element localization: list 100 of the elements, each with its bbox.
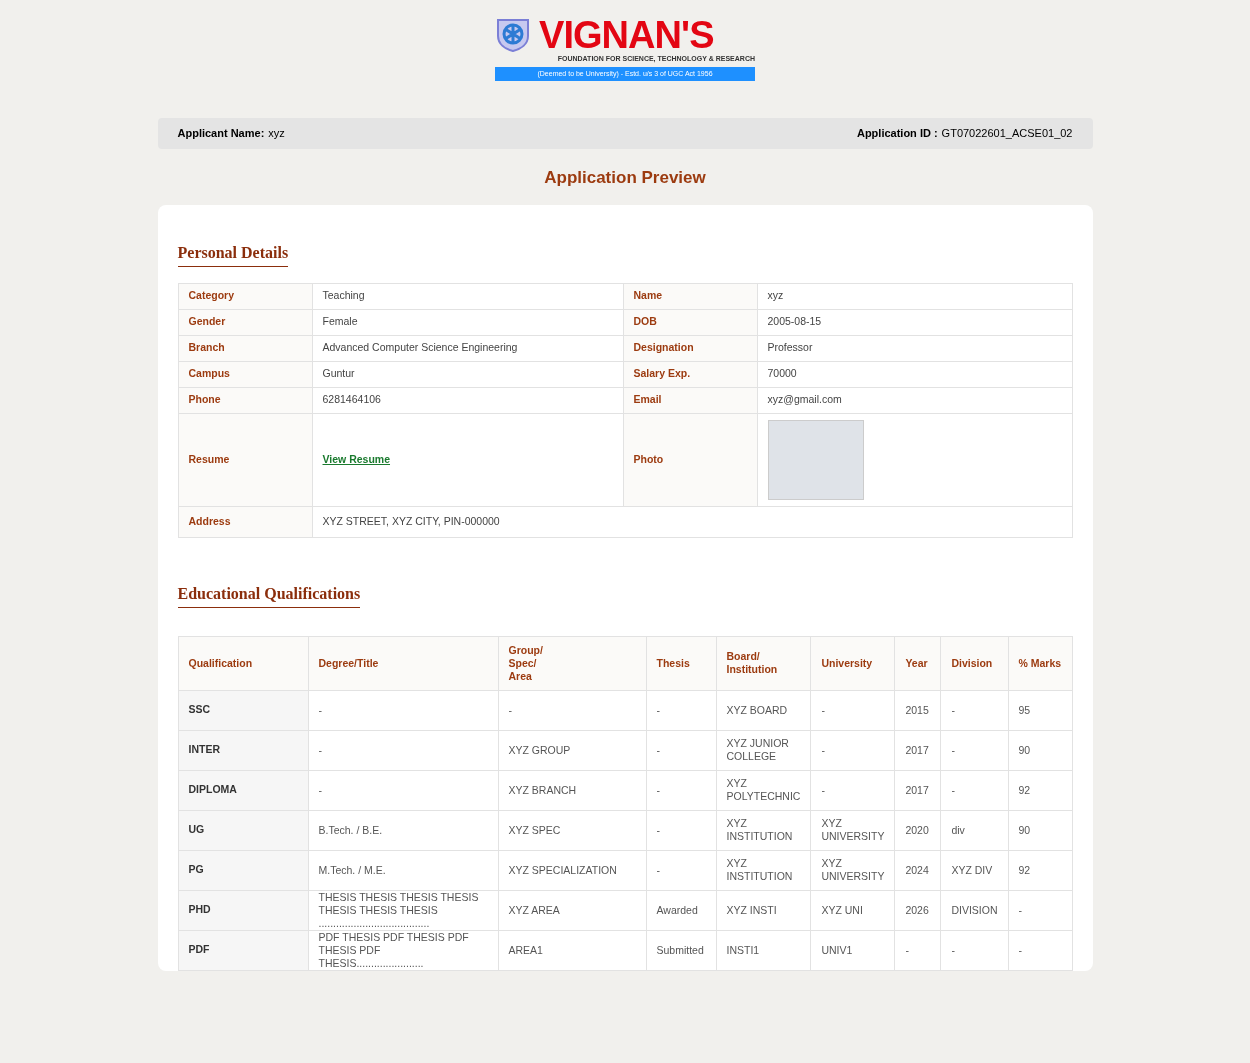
table-cell: PDF THESIS PDF THESIS PDF THESIS PDF THESIS....................... — [308, 930, 498, 970]
table-cell: - — [646, 690, 716, 730]
column-header: Thesis — [646, 636, 716, 690]
table-cell: 2017 — [894, 770, 941, 810]
table-cell: - — [940, 930, 1008, 970]
table-cell: PHD — [178, 890, 308, 930]
table-cell: 92 — [1008, 770, 1072, 810]
table-cell: 2024 — [894, 850, 941, 890]
table-cell: 2026 — [894, 890, 941, 930]
column-header: Degree/Title — [308, 636, 498, 690]
table-cell: - — [1008, 930, 1072, 970]
column-header: University — [810, 636, 895, 690]
table-cell: XYZ SPECIALIZATION — [498, 850, 646, 890]
table-cell: XYZ INSTI — [716, 890, 811, 930]
table-cell: XYZ BRANCH — [498, 770, 646, 810]
table-cell: - — [940, 770, 1008, 810]
table-cell: DIPLOMA — [178, 770, 308, 810]
shield-logo-icon — [495, 17, 531, 53]
table-cell: XYZ INSTITUTION — [716, 850, 811, 890]
field-value: XYZ STREET, XYZ CITY, PIN-000000 — [312, 506, 1072, 537]
section-heading: Personal Details — [177, 240, 289, 267]
field-label: Campus — [178, 361, 312, 387]
table-cell: B.Tech. / B.E. — [308, 810, 498, 850]
table-cell: M.Tech. / M.E. — [308, 850, 498, 890]
table-cell: - — [940, 690, 1008, 730]
table-cell: INTER — [178, 730, 308, 770]
field-label: Address — [178, 506, 312, 537]
column-header: Qualification — [178, 636, 308, 690]
section-heading: Educational Qualifications — [177, 581, 361, 608]
table-cell: - — [308, 730, 498, 770]
table-cell: XYZ POLYTECHNIC — [716, 770, 811, 810]
table-cell: XYZ GROUP — [498, 730, 646, 770]
table-cell: - — [646, 850, 716, 890]
field-value: 2005-08-15 — [757, 309, 1072, 335]
table-cell: 92 — [1008, 850, 1072, 890]
field-value: xyz — [757, 283, 1072, 309]
table-cell: - — [894, 930, 941, 970]
table-cell: div — [940, 810, 1008, 850]
table-cell: INSTI1 — [716, 930, 811, 970]
table-cell: 95 — [1008, 690, 1072, 730]
field-label: Resume — [178, 413, 312, 506]
page-title: Application Preview — [543, 167, 707, 189]
table-cell: - — [646, 810, 716, 850]
table-cell: 2017 — [894, 730, 941, 770]
column-header: Year — [894, 636, 941, 690]
table-cell: 2015 — [894, 690, 941, 730]
field-label: Designation — [623, 335, 757, 361]
table-cell: - — [308, 690, 498, 730]
logo-wordmark: VIGNAN'S — [539, 16, 714, 54]
table-cell: - — [810, 730, 895, 770]
table-cell: UNIV1 — [810, 930, 895, 970]
table-cell: - — [940, 730, 1008, 770]
table-cell: XYZ UNIVERSITY — [810, 810, 895, 850]
table-cell: - — [646, 730, 716, 770]
application-id: Application ID : GT07022601_ACSE01_02 — [856, 126, 1073, 142]
field-value: Teaching — [312, 283, 623, 309]
table-cell: XYZ INSTITUTION — [716, 810, 811, 850]
table-cell: Submitted — [646, 930, 716, 970]
table-cell: 90 — [1008, 730, 1072, 770]
table-cell: XYZ JUNIOR COLLEGE — [716, 730, 811, 770]
column-header: Board/ Institution — [716, 636, 811, 690]
table-cell: XYZ AREA — [498, 890, 646, 930]
table-cell: XYZ SPEC — [498, 810, 646, 850]
table-cell: - — [1008, 890, 1072, 930]
table-cell: - — [810, 770, 895, 810]
column-header: Group/ Spec/ Area — [498, 636, 646, 690]
view-resume-link[interactable]: View Resume — [322, 452, 390, 465]
field-value: 70000 — [757, 361, 1072, 387]
field-value: Professor — [757, 335, 1072, 361]
table-cell: XYZ UNI — [810, 890, 895, 930]
field-label: Branch — [178, 335, 312, 361]
table-cell: PG — [178, 850, 308, 890]
table-cell: AREA1 — [498, 930, 646, 970]
field-value: Guntur — [312, 361, 623, 387]
field-value: 6281464106 — [312, 387, 623, 413]
table-cell: PDF — [178, 930, 308, 970]
table-cell: - — [498, 690, 646, 730]
table-cell: XYZ UNIVERSITY — [810, 850, 895, 890]
table-cell: Awarded — [646, 890, 716, 930]
field-value: xyz@gmail.com — [757, 387, 1072, 413]
field-label: Photo — [623, 413, 757, 506]
table-cell: DIVISION — [940, 890, 1008, 930]
field-label: Category — [178, 283, 312, 309]
table-cell: XYZ BOARD — [716, 690, 811, 730]
table-cell: XYZ DIV — [940, 850, 1008, 890]
field-label: Salary Exp. — [623, 361, 757, 387]
table-cell: SSC — [178, 690, 308, 730]
field-value: Advanced Computer Science Engineering — [312, 335, 623, 361]
column-header: % Marks — [1008, 636, 1072, 690]
table-cell: - — [308, 770, 498, 810]
applicant-name: Applicant Name: xyz — [177, 126, 285, 142]
table-cell: 90 — [1008, 810, 1072, 850]
table-cell: UG — [178, 810, 308, 850]
field-label: Name — [623, 283, 757, 309]
column-header: Division — [940, 636, 1008, 690]
table-cell: - — [810, 690, 895, 730]
field-label: DOB — [623, 309, 757, 335]
table-cell: THESIS THESIS THESIS THESIS THESIS THESIS THESIS ...................................... — [308, 890, 498, 930]
field-label: Gender — [178, 309, 312, 335]
field-label: Phone — [178, 387, 312, 413]
